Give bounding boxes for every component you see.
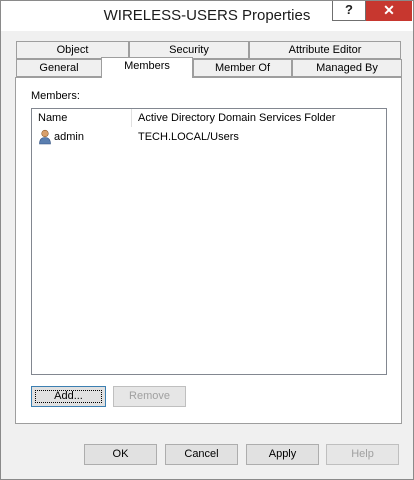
user-icon bbox=[39, 129, 51, 145]
tab-attribute-editor[interactable]: Attribute Editor bbox=[249, 41, 401, 59]
tab-member-of[interactable]: Member Of bbox=[193, 59, 292, 77]
help-button-label: Help bbox=[351, 448, 374, 460]
members-list[interactable]: Name Active Directory Domain Services Fo… bbox=[31, 108, 387, 375]
focus-rectangle bbox=[35, 390, 102, 403]
members-tab-page: Members: Name Active Directory Domain Se… bbox=[15, 77, 402, 424]
remove-button-label: Remove bbox=[129, 390, 170, 402]
properties-dialog: WIRELESS-USERS Properties ? ✕ Object Sec… bbox=[0, 0, 414, 480]
tab-members[interactable]: Members bbox=[101, 57, 193, 78]
remove-button[interactable]: Remove bbox=[113, 386, 186, 407]
column-header-name[interactable]: Name bbox=[32, 109, 132, 127]
member-name: admin bbox=[54, 131, 84, 143]
add-button[interactable]: Add... bbox=[31, 386, 106, 407]
tab-general[interactable]: General bbox=[16, 59, 102, 77]
ok-button-label: OK bbox=[112, 448, 129, 460]
apply-button[interactable]: Apply bbox=[246, 444, 319, 465]
member-folder: TECH.LOCAL/Users bbox=[138, 131, 239, 143]
ok-button[interactable]: OK bbox=[84, 444, 157, 465]
cancel-button-label: Cancel bbox=[184, 448, 219, 460]
tab-managed-by[interactable]: Managed By bbox=[292, 59, 402, 77]
members-label: Members: bbox=[31, 90, 80, 102]
apply-button-label: Apply bbox=[268, 448, 297, 460]
column-header-folder[interactable]: Active Directory Domain Services Folder bbox=[132, 109, 386, 127]
list-item[interactable]: admin TECH.LOCAL/Users bbox=[32, 128, 386, 146]
help-icon: ? bbox=[345, 2, 353, 17]
help-button[interactable]: Help bbox=[326, 444, 399, 465]
list-header: Name Active Directory Domain Services Fo… bbox=[32, 109, 386, 127]
close-button[interactable]: ✕ bbox=[366, 1, 412, 21]
title-bar: WIRELESS-USERS Properties ? ✕ bbox=[1, 1, 413, 31]
close-icon: ✕ bbox=[383, 2, 395, 18]
help-title-button[interactable]: ? bbox=[332, 1, 366, 21]
cancel-button[interactable]: Cancel bbox=[165, 444, 238, 465]
